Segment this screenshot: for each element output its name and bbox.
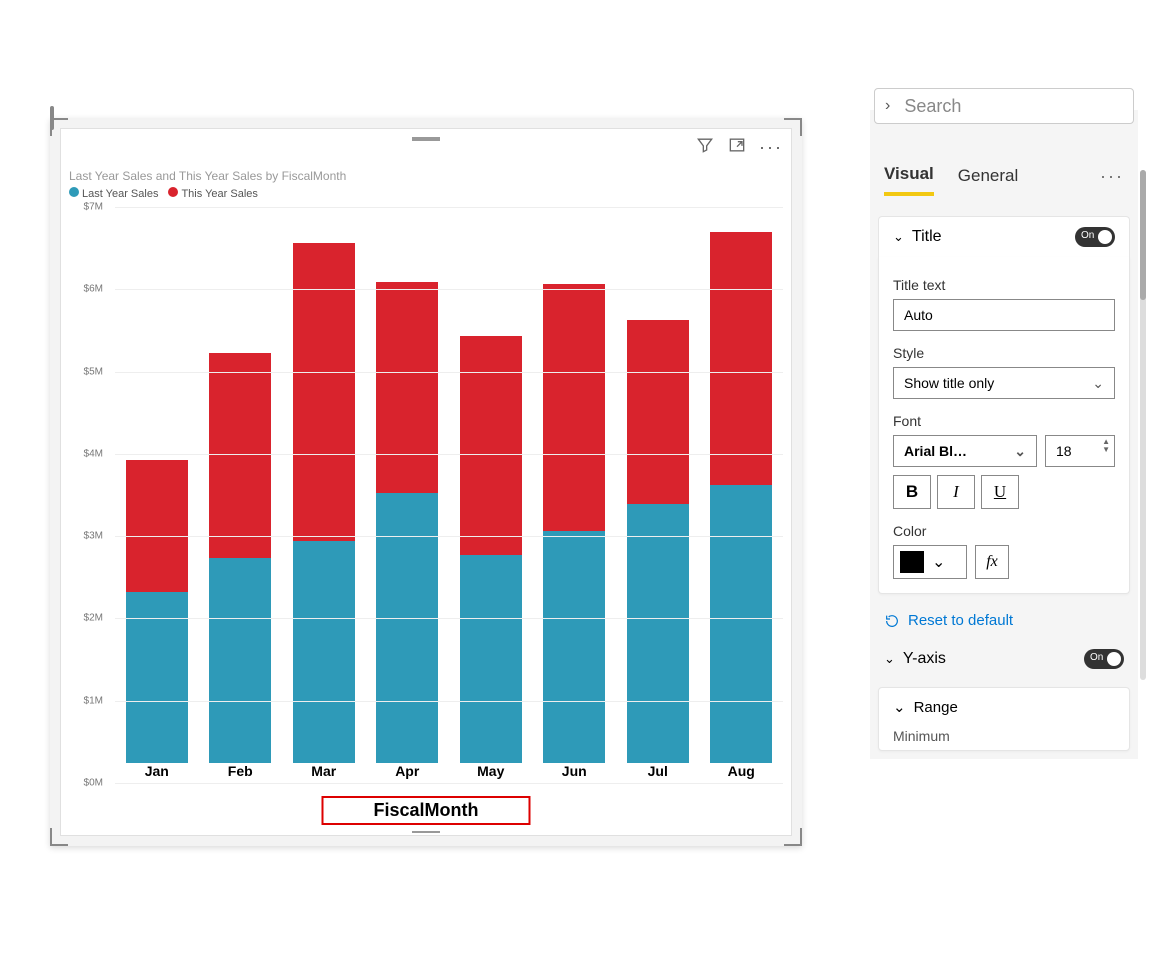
y-tick-label: $4M (84, 448, 103, 459)
bar-segment[interactable] (293, 541, 355, 763)
bar-segment[interactable] (627, 504, 689, 763)
italic-button[interactable]: I (937, 475, 975, 509)
chevron-down-icon: ⌄ (1092, 375, 1104, 392)
y-tick-label: $7M (84, 202, 103, 213)
bold-button[interactable]: B (893, 475, 931, 509)
font-family-select[interactable]: Arial Bl… ⌄ (893, 435, 1037, 467)
gridline (115, 536, 783, 537)
bar-segment[interactable] (543, 531, 605, 763)
gridline (115, 372, 783, 373)
search-input[interactable]: › Search (874, 88, 1134, 124)
y-tick-label: $3M (84, 531, 103, 542)
bar-segment[interactable] (126, 460, 188, 593)
bar-column[interactable] (710, 207, 772, 763)
gridline (115, 701, 783, 702)
bar-segment[interactable] (460, 336, 522, 555)
title-toggle[interactable]: On (1075, 227, 1115, 247)
y-tick-label: $5M (84, 366, 103, 377)
y-tick-label: $2M (84, 613, 103, 624)
gridline (115, 454, 783, 455)
bar-segment[interactable] (376, 282, 438, 492)
color-swatch (900, 551, 924, 573)
chevron-right-icon: › (885, 97, 890, 115)
reset-icon (884, 613, 900, 629)
gridline (115, 618, 783, 619)
selection-handle[interactable] (784, 118, 802, 136)
chevron-down-icon: ⌄ (932, 552, 945, 572)
legend-item-label: Last Year Sales (82, 188, 158, 200)
bar-column[interactable] (209, 207, 271, 763)
chart-plot-area: $0M$1M$2M$3M$4M$5M$6M$7M JanFebMarAprMay… (69, 207, 783, 787)
reset-to-default-button[interactable]: Reset to default (870, 602, 1138, 639)
field-label: Color (893, 523, 1115, 539)
bar-column[interactable] (627, 207, 689, 763)
tab-general[interactable]: General (958, 158, 1018, 194)
bar-segment[interactable] (710, 232, 772, 485)
bar-column[interactable] (460, 207, 522, 763)
field-label: Title text (893, 277, 1115, 293)
drag-handle-icon[interactable] (412, 831, 440, 835)
bar-segment[interactable] (293, 243, 355, 541)
gridline (115, 289, 783, 290)
font-size-input[interactable]: 18 ▲▼ (1045, 435, 1115, 467)
style-select[interactable]: Show title only ⌄ (893, 367, 1115, 399)
chart-visual[interactable]: ··· Last Year Sales and This Year Sales … (60, 128, 792, 836)
filter-icon[interactable] (695, 135, 715, 160)
format-tabs: Visual General ··· (870, 150, 1138, 196)
field-label: Style (893, 345, 1115, 361)
scrollbar-thumb[interactable] (1140, 170, 1146, 300)
format-pane: › Search Visual General ··· ⌄Title On Ti… (870, 110, 1138, 759)
bar-column[interactable] (126, 207, 188, 763)
gridline (115, 207, 783, 208)
section-range[interactable]: ⌄ Range (893, 698, 1115, 716)
chart-legend: Last Year Sales This Year Sales (69, 187, 258, 200)
y-tick-label: $1M (84, 695, 103, 706)
stepper-icon[interactable]: ▲▼ (1102, 438, 1110, 454)
bar-segment[interactable] (627, 320, 689, 504)
y-tick-label: $0M (84, 778, 103, 789)
color-picker[interactable]: ⌄ (893, 545, 967, 579)
selection-handle[interactable] (784, 828, 802, 846)
bar-segment[interactable] (710, 485, 772, 763)
bar-column[interactable] (376, 207, 438, 763)
more-options-icon[interactable]: ··· (759, 137, 783, 158)
field-label: Font (893, 413, 1115, 429)
focus-mode-icon[interactable] (727, 135, 747, 160)
gridline (115, 783, 783, 784)
title-text-input[interactable]: Auto (893, 299, 1115, 331)
chevron-down-icon: ⌄ (893, 698, 906, 716)
bar-column[interactable] (293, 207, 355, 763)
more-options-icon[interactable]: ··· (1100, 166, 1124, 187)
fx-button[interactable]: fx (975, 545, 1009, 579)
chevron-down-icon: ⌄ (893, 229, 904, 244)
chevron-down-icon: ⌄ (1014, 443, 1026, 460)
bar-segment[interactable] (376, 493, 438, 763)
section-title[interactable]: ⌄Title On (878, 216, 1130, 257)
search-placeholder: Search (904, 96, 961, 117)
selection-handle[interactable] (50, 828, 68, 846)
bar-segment[interactable] (209, 353, 271, 558)
chart-title: Last Year Sales and This Year Sales by F… (69, 169, 346, 183)
drag-handle-icon[interactable] (412, 137, 440, 141)
chart-canvas[interactable]: ··· Last Year Sales and This Year Sales … (50, 118, 802, 846)
x-axis-title: FiscalMonth (321, 796, 530, 825)
chevron-down-icon: ⌄ (884, 651, 895, 666)
tab-visual[interactable]: Visual (884, 156, 934, 196)
bar-column[interactable] (543, 207, 605, 763)
underline-button[interactable]: U (981, 475, 1019, 509)
bar-segment[interactable] (460, 555, 522, 763)
selection-handle[interactable] (50, 106, 54, 130)
legend-item-label: This Year Sales (181, 188, 257, 200)
bar-segment[interactable] (543, 284, 605, 531)
section-yaxis[interactable]: ⌄Y-axis On (870, 639, 1138, 679)
scrollbar[interactable] (1140, 170, 1146, 680)
y-tick-label: $6M (84, 284, 103, 295)
field-label: Minimum (893, 728, 1115, 744)
bar-segment[interactable] (209, 558, 271, 763)
yaxis-toggle[interactable]: On (1084, 649, 1124, 669)
